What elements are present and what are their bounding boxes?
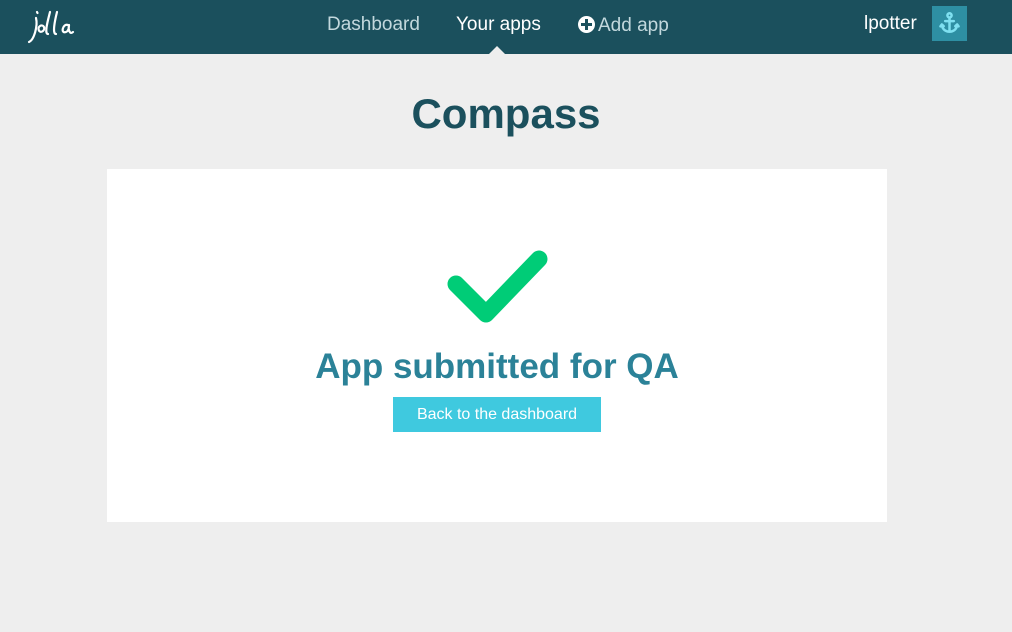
- username[interactable]: lpotter: [864, 13, 917, 35]
- active-nav-indicator: [489, 46, 505, 54]
- status-message: App submitted for QA: [315, 347, 679, 386]
- nav-dashboard[interactable]: Dashboard: [327, 14, 420, 36]
- nav-your-apps[interactable]: Your apps: [456, 14, 541, 36]
- submission-card: App submitted for QA Back to the dashboa…: [107, 169, 887, 522]
- anchor-icon: [939, 11, 960, 33]
- plus-circle-icon: [578, 16, 595, 33]
- page-title: Compass: [411, 90, 601, 137]
- top-navigation-bar: Dashboard Your apps Add app lpotter: [0, 0, 1012, 54]
- jolla-logo[interactable]: [26, 4, 84, 46]
- check-icon: [447, 250, 548, 323]
- nav-add-app[interactable]: Add app: [578, 14, 669, 37]
- user-avatar[interactable]: [932, 6, 967, 41]
- nav-add-app-label: Add app: [598, 15, 669, 36]
- back-to-dashboard-button[interactable]: Back to the dashboard: [393, 397, 601, 432]
